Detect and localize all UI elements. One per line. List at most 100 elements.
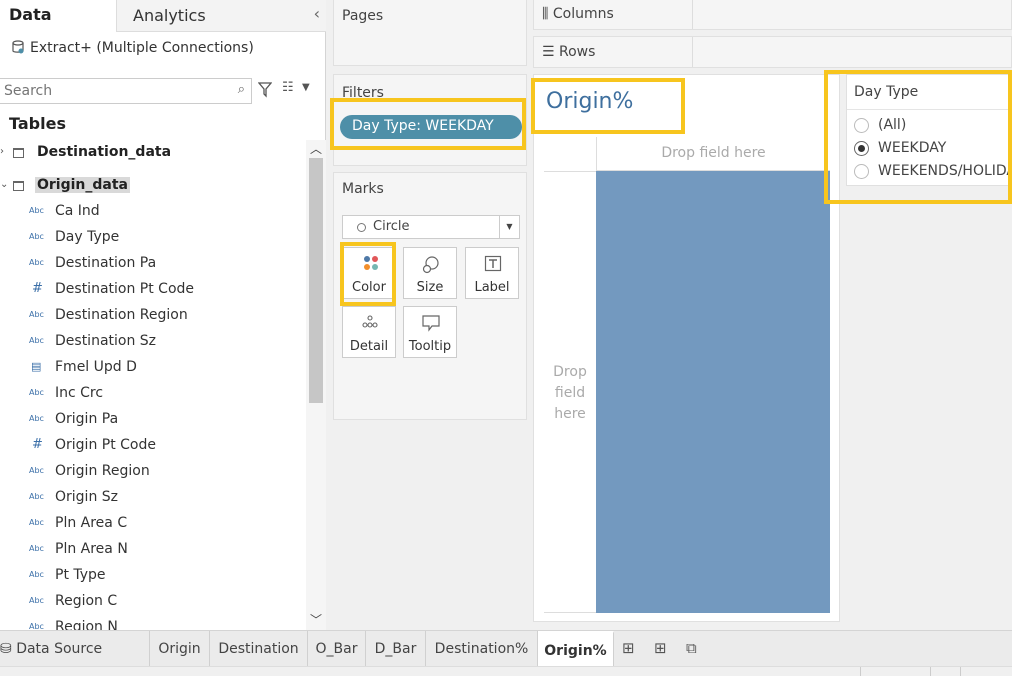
status-divider (930, 667, 931, 676)
new-worksheet-icon[interactable]: ⊞ (622, 639, 635, 657)
sheet-tab-o-bar[interactable]: O_Bar (308, 631, 366, 667)
search-icon[interactable]: ⌕ (238, 82, 245, 97)
rows-text: Rows (559, 44, 596, 60)
field-item[interactable]: Abc Pln Area C (0, 512, 306, 538)
table-node-destination-data[interactable]: › Destination_data (0, 142, 306, 164)
field-item[interactable]: Abc Day Type (0, 226, 306, 252)
field-item[interactable]: # Origin Pt Code (0, 434, 306, 460)
tab-data[interactable]: Data (0, 0, 116, 32)
sheet-title[interactable]: Origin% (546, 89, 633, 114)
rows-shelf[interactable]: ☰ Rows (533, 36, 1012, 68)
string-type-icon: Abc (29, 310, 44, 319)
data-pane: Data Analytics ‹ Extract+ (Multiple Conn… (0, 0, 326, 630)
color-icon (364, 256, 378, 270)
scrollbar-thumb[interactable] (309, 158, 323, 403)
field-item[interactable]: Abc Destination Region (0, 304, 306, 330)
tableau-workspace: Data Analytics ‹ Extract+ (Multiple Conn… (0, 0, 1012, 676)
string-type-icon: Abc (29, 388, 44, 397)
field-name: Pt Type (55, 567, 106, 583)
collapse-pane-icon[interactable]: ‹ (314, 4, 320, 23)
chevron-down-icon[interactable]: ﹀ (310, 611, 322, 628)
tooltip-icon (422, 315, 440, 332)
sheet-tab-origin[interactable]: Origin (150, 631, 210, 667)
field-item[interactable]: # Destination Pt Code (0, 278, 306, 304)
radio-label: WEEKDAY (878, 140, 947, 156)
field-item[interactable]: Abc Region C (0, 590, 306, 616)
field-item[interactable]: Abc Origin Pa (0, 408, 306, 434)
plot-mark-area[interactable] (596, 171, 830, 613)
new-story-icon[interactable]: ⧉ (686, 639, 697, 657)
field-tree-scrollbar[interactable]: ︿ ﹀ (306, 140, 326, 630)
field-name: Ca Ind (55, 203, 100, 219)
table-name: Origin_data (35, 177, 130, 193)
tab-analytics[interactable]: Analytics ‹ (116, 0, 326, 32)
pages-shelf[interactable]: Pages (333, 0, 527, 66)
sheet-tab-origin-pct[interactable]: Origin% (538, 631, 614, 667)
text-label-icon (484, 255, 502, 272)
columns-icon: ⫼ (542, 6, 553, 22)
field-item[interactable]: Abc Origin Sz (0, 486, 306, 512)
size-button[interactable]: Size (403, 247, 457, 299)
label-label: Label (474, 280, 510, 295)
view-options-icon[interactable]: ☷ (282, 80, 294, 95)
field-name: Region C (55, 593, 118, 609)
sheet-tab-destination[interactable]: Destination (210, 631, 308, 667)
new-dashboard-icon[interactable]: ⊞ (654, 639, 667, 657)
field-item[interactable]: Abc Pt Type (0, 564, 306, 590)
chevron-up-icon[interactable]: ︿ (310, 140, 322, 157)
chevron-down-icon[interactable]: ⌄ (0, 179, 8, 190)
label-button[interactable]: Label (465, 247, 519, 299)
filter-icon[interactable] (258, 82, 272, 98)
columns-text: Columns (552, 6, 614, 22)
field-item[interactable]: Abc Ca Ind (0, 200, 306, 226)
pane-tabs: Data Analytics ‹ (0, 0, 326, 32)
chevron-right-icon[interactable]: › (0, 146, 4, 157)
string-type-icon: Abc (29, 570, 44, 579)
string-type-icon: Abc (29, 336, 44, 345)
field-name: Origin Pt Code (55, 437, 156, 453)
size-icon (422, 256, 439, 274)
radio-option-weekday[interactable]: WEEKDAY (854, 138, 1012, 160)
chevron-down-icon[interactable]: ▼ (302, 82, 310, 93)
filters-shelf[interactable]: Filters Day Type: WEEKDAY (333, 74, 527, 166)
mark-type-select[interactable]: Circle ▼ (342, 215, 520, 239)
chevron-down-icon[interactable]: ▼ (499, 216, 519, 238)
drop-text-line: Drop (553, 364, 587, 380)
field-item[interactable]: Abc Origin Region (0, 460, 306, 486)
shelf-divider (692, 0, 693, 29)
columns-shelf[interactable]: ⫼ Columns (533, 0, 1012, 30)
filter-pill-day-type[interactable]: Day Type: WEEKDAY (340, 115, 522, 139)
radio-label: WEEKENDS/HOLIDAY (878, 163, 1012, 179)
detail-button[interactable]: Detail (342, 306, 396, 358)
field-item[interactable]: Abc Destination Pa (0, 252, 306, 278)
shelf-divider (692, 37, 693, 67)
sheet-tab-destination-pct[interactable]: Destination% (426, 631, 538, 667)
string-type-icon: Abc (29, 622, 44, 630)
rows-drop-zone[interactable]: Drop field here (544, 171, 596, 613)
columns-drop-zone[interactable]: Drop field here (596, 137, 830, 171)
string-type-icon: Abc (29, 596, 44, 605)
field-item[interactable]: Abc Region N (0, 616, 306, 630)
table-node-origin-data[interactable]: ⌄ Origin_data (0, 175, 306, 197)
radio-option-weekends-holiday[interactable]: WEEKENDS/HOLIDAY (854, 161, 1012, 183)
radio-option-all[interactable]: (All) (854, 115, 1012, 137)
worksheet-canvas[interactable]: Origin% Drop field here Drop field here (533, 74, 840, 622)
circle-mark-icon (357, 223, 366, 232)
field-item[interactable]: Abc Inc Crc (0, 382, 306, 408)
tab-data-label: Data (9, 5, 52, 24)
sheet-tab-d-bar[interactable]: D_Bar (366, 631, 426, 667)
data-source-tab[interactable]: ⛁ Data Source (0, 631, 150, 667)
radio-button-selected[interactable] (854, 141, 869, 156)
field-item[interactable]: Abc Destination Sz (0, 330, 306, 356)
field-name: Fmel Upd D (55, 359, 137, 375)
color-button[interactable]: Color (342, 247, 396, 299)
radio-button[interactable] (854, 164, 869, 179)
tables-heading: Tables (9, 114, 66, 133)
field-item[interactable]: Abc Pln Area N (0, 538, 306, 564)
field-item[interactable]: ▤ Fmel Upd D (0, 356, 306, 382)
search-input[interactable] (4, 82, 224, 100)
data-source-label: Data Source (16, 641, 103, 657)
radio-button[interactable] (854, 118, 869, 133)
data-connection[interactable]: Extract+ (Multiple Connections) (12, 40, 254, 56)
tooltip-button[interactable]: Tooltip (403, 306, 457, 358)
